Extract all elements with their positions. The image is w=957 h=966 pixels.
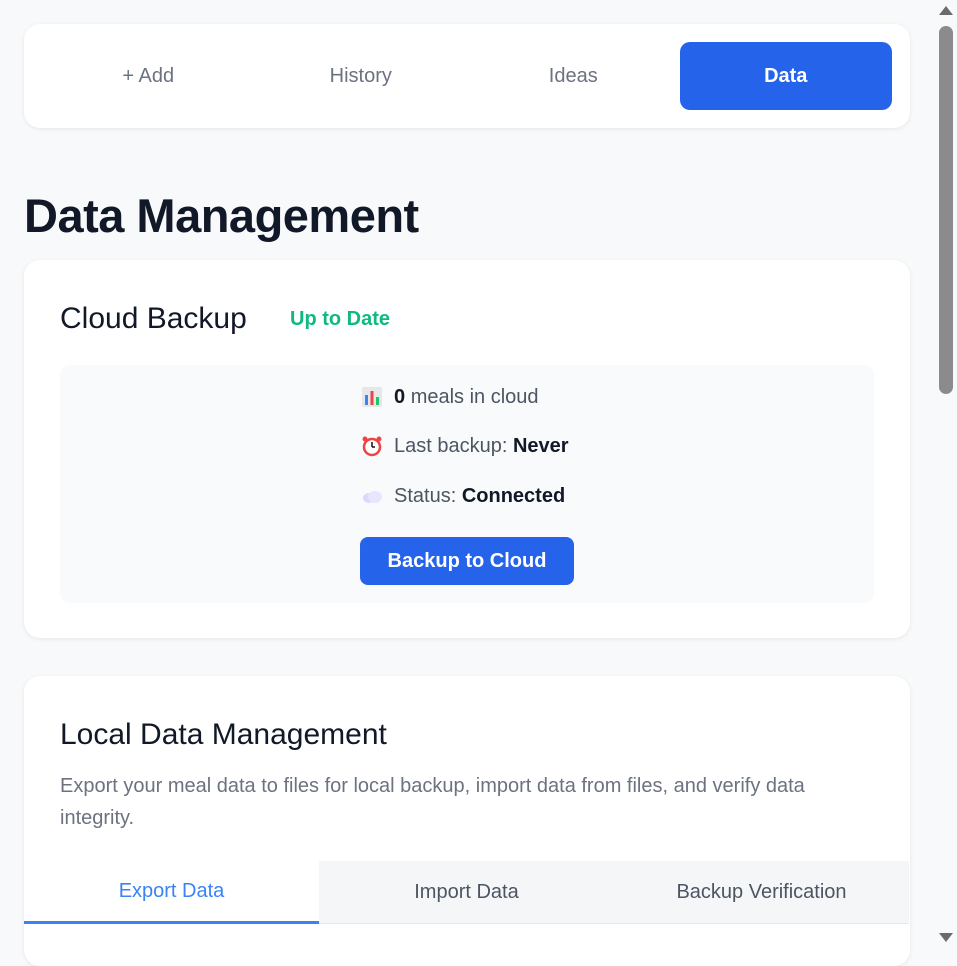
local-data-tabs: Export Data Import Data Backup Verificat… xyxy=(24,861,910,925)
tab-history[interactable]: History xyxy=(255,42,468,110)
page-title: Data Management xyxy=(24,189,419,242)
page: + Add History Ideas Data Data Management… xyxy=(0,0,935,966)
local-data-title: Local Data Management xyxy=(60,718,387,751)
connection-status-row: Status: Connected xyxy=(360,484,565,508)
bar-chart-icon xyxy=(360,385,384,409)
cloud-stats-panel: 0 meals in cloud Last backup: Never Stat… xyxy=(60,365,874,603)
tab-add[interactable]: + Add xyxy=(42,42,255,110)
cloud-backup-title: Cloud Backup xyxy=(60,302,247,335)
main-nav: + Add History Ideas Data xyxy=(24,24,910,128)
backup-to-cloud-button[interactable]: Backup to Cloud xyxy=(360,537,574,585)
meals-count: 0 xyxy=(394,385,406,408)
scrollbar[interactable] xyxy=(935,0,957,948)
alarm-clock-icon xyxy=(360,434,384,458)
tab-export-data[interactable]: Export Data xyxy=(24,861,319,924)
tab-backup-verification[interactable]: Backup Verification xyxy=(614,861,909,924)
local-data-card: Local Data Management Export your meal d… xyxy=(24,676,910,966)
tab-import-data[interactable]: Import Data xyxy=(319,861,614,924)
last-backup-value: Never xyxy=(512,434,569,457)
last-backup-row: Last backup: Never xyxy=(360,434,569,458)
cloud-backup-card: Cloud Backup Up to Date 0 meals in cloud xyxy=(24,260,910,638)
scroll-down-arrow-icon[interactable] xyxy=(939,933,953,942)
scrollbar-thumb[interactable] xyxy=(939,26,953,394)
tab-data[interactable]: Data xyxy=(679,42,892,110)
status-value: Connected xyxy=(461,484,566,507)
meals-count-row: 0 meals in cloud xyxy=(360,385,539,409)
tab-ideas[interactable]: Ideas xyxy=(467,42,680,110)
scroll-up-arrow-icon[interactable] xyxy=(939,6,953,15)
last-backup-label: Last backup: xyxy=(394,434,508,457)
meals-label: meals in cloud xyxy=(410,385,539,408)
status-label: Status: xyxy=(394,484,457,507)
local-data-description: Export your meal data to files for local… xyxy=(60,775,805,829)
cloud-icon xyxy=(360,484,384,508)
cloud-status-badge: Up to Date xyxy=(290,308,390,330)
